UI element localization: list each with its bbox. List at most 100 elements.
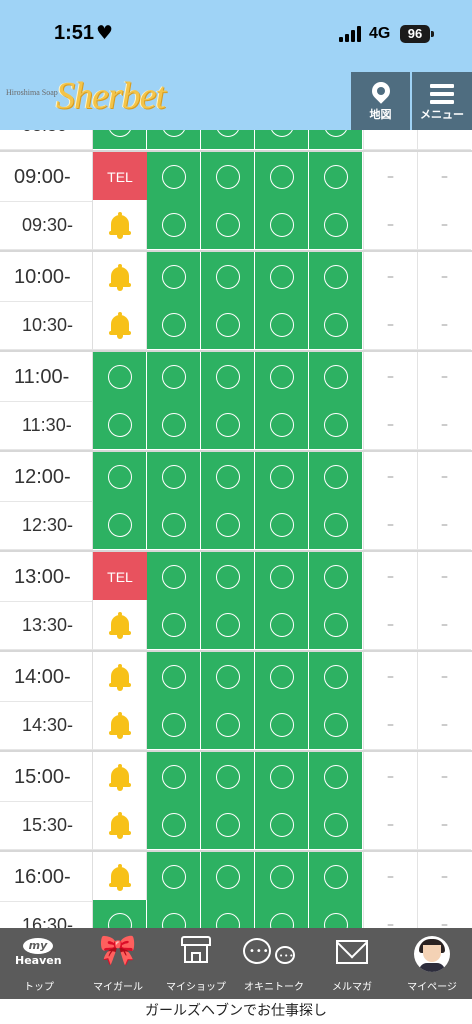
- available-slot[interactable]: [147, 600, 201, 650]
- available-slot[interactable]: [147, 452, 201, 502]
- available-slot[interactable]: [201, 552, 255, 602]
- footer-link[interactable]: ガールズヘブンでお仕事探し: [0, 999, 472, 1024]
- available-slot[interactable]: [201, 700, 255, 750]
- circle-icon: [270, 130, 294, 137]
- available-slot[interactable]: [309, 452, 363, 502]
- available-slot[interactable]: [309, 552, 363, 602]
- tel-slot[interactable]: TEL: [93, 552, 147, 602]
- available-slot[interactable]: [309, 600, 363, 650]
- available-slot[interactable]: [147, 800, 201, 850]
- tab-myshop[interactable]: マイショップ: [157, 928, 235, 999]
- available-slot[interactable]: [309, 500, 363, 550]
- available-slot[interactable]: [93, 452, 147, 502]
- notify-slot[interactable]: [93, 852, 147, 902]
- available-slot[interactable]: [147, 900, 201, 928]
- available-slot[interactable]: [255, 300, 309, 350]
- available-slot[interactable]: [255, 800, 309, 850]
- available-slot[interactable]: [93, 352, 147, 402]
- available-slot[interactable]: [201, 752, 255, 802]
- available-slot[interactable]: [147, 752, 201, 802]
- notify-slot[interactable]: [93, 800, 147, 850]
- notify-slot[interactable]: [93, 752, 147, 802]
- available-slot[interactable]: [147, 352, 201, 402]
- available-slot[interactable]: [309, 252, 363, 302]
- available-slot[interactable]: [255, 500, 309, 550]
- available-slot[interactable]: [147, 300, 201, 350]
- available-slot[interactable]: [147, 500, 201, 550]
- available-slot[interactable]: [201, 252, 255, 302]
- available-slot[interactable]: [309, 300, 363, 350]
- available-slot[interactable]: [201, 200, 255, 250]
- available-slot[interactable]: [255, 252, 309, 302]
- available-slot[interactable]: [201, 352, 255, 402]
- tab-okini-talk[interactable]: ••• ••• オキニトーク: [235, 928, 313, 999]
- available-slot[interactable]: [201, 400, 255, 450]
- notify-slot[interactable]: [93, 700, 147, 750]
- tab-mygirl[interactable]: 🎀 マイガール: [79, 928, 157, 999]
- available-slot[interactable]: [93, 500, 147, 550]
- tab-mailmag[interactable]: メルマガ: [313, 928, 391, 999]
- available-slot[interactable]: [309, 352, 363, 402]
- available-slot[interactable]: [309, 900, 363, 928]
- available-slot[interactable]: [255, 152, 309, 202]
- available-slot[interactable]: [201, 800, 255, 850]
- map-button[interactable]: 地図: [351, 72, 410, 130]
- available-slot[interactable]: [147, 200, 201, 250]
- available-slot[interactable]: [309, 400, 363, 450]
- tab-top[interactable]: my Heaven トップ: [0, 928, 78, 999]
- available-slot[interactable]: [255, 352, 309, 402]
- available-slot[interactable]: [147, 400, 201, 450]
- available-slot[interactable]: [309, 752, 363, 802]
- available-slot[interactable]: [93, 130, 147, 150]
- available-slot[interactable]: [309, 130, 363, 150]
- available-slot[interactable]: [147, 852, 201, 902]
- available-slot[interactable]: [147, 130, 201, 150]
- available-slot[interactable]: [201, 130, 255, 150]
- notify-slot[interactable]: [93, 252, 147, 302]
- available-slot[interactable]: [309, 652, 363, 702]
- battery-icon: 96: [400, 25, 430, 43]
- available-slot[interactable]: [255, 600, 309, 650]
- notify-slot[interactable]: [93, 652, 147, 702]
- available-slot[interactable]: [147, 652, 201, 702]
- available-slot[interactable]: [309, 152, 363, 202]
- available-slot[interactable]: [255, 652, 309, 702]
- notify-slot[interactable]: [93, 200, 147, 250]
- available-slot[interactable]: [93, 900, 147, 928]
- time-label: 12:30-: [0, 500, 93, 550]
- circle-icon: [162, 365, 186, 389]
- tel-slot[interactable]: TEL: [93, 152, 147, 202]
- tab-mypage[interactable]: マイページ: [392, 928, 472, 999]
- available-slot[interactable]: [201, 152, 255, 202]
- available-slot[interactable]: [147, 552, 201, 602]
- notify-slot[interactable]: [93, 600, 147, 650]
- available-slot[interactable]: [201, 852, 255, 902]
- available-slot[interactable]: [201, 300, 255, 350]
- available-slot[interactable]: [255, 452, 309, 502]
- notify-slot[interactable]: [93, 300, 147, 350]
- available-slot[interactable]: [201, 452, 255, 502]
- available-slot[interactable]: [147, 700, 201, 750]
- available-slot[interactable]: [255, 752, 309, 802]
- available-slot[interactable]: [309, 800, 363, 850]
- available-slot[interactable]: [309, 200, 363, 250]
- available-slot[interactable]: [147, 152, 201, 202]
- available-slot[interactable]: [255, 200, 309, 250]
- available-slot[interactable]: [309, 700, 363, 750]
- available-slot[interactable]: [255, 130, 309, 150]
- available-slot[interactable]: [255, 552, 309, 602]
- circle-icon: [270, 565, 294, 589]
- menu-button[interactable]: メニュー: [412, 72, 472, 130]
- available-slot[interactable]: [255, 700, 309, 750]
- available-slot[interactable]: [201, 500, 255, 550]
- available-slot[interactable]: [201, 900, 255, 928]
- available-slot[interactable]: [93, 400, 147, 450]
- available-slot[interactable]: [201, 600, 255, 650]
- available-slot[interactable]: [255, 852, 309, 902]
- available-slot[interactable]: [255, 400, 309, 450]
- available-slot[interactable]: [309, 852, 363, 902]
- available-slot[interactable]: [201, 652, 255, 702]
- available-slot[interactable]: [147, 252, 201, 302]
- circle-icon: [162, 313, 186, 337]
- available-slot[interactable]: [255, 900, 309, 928]
